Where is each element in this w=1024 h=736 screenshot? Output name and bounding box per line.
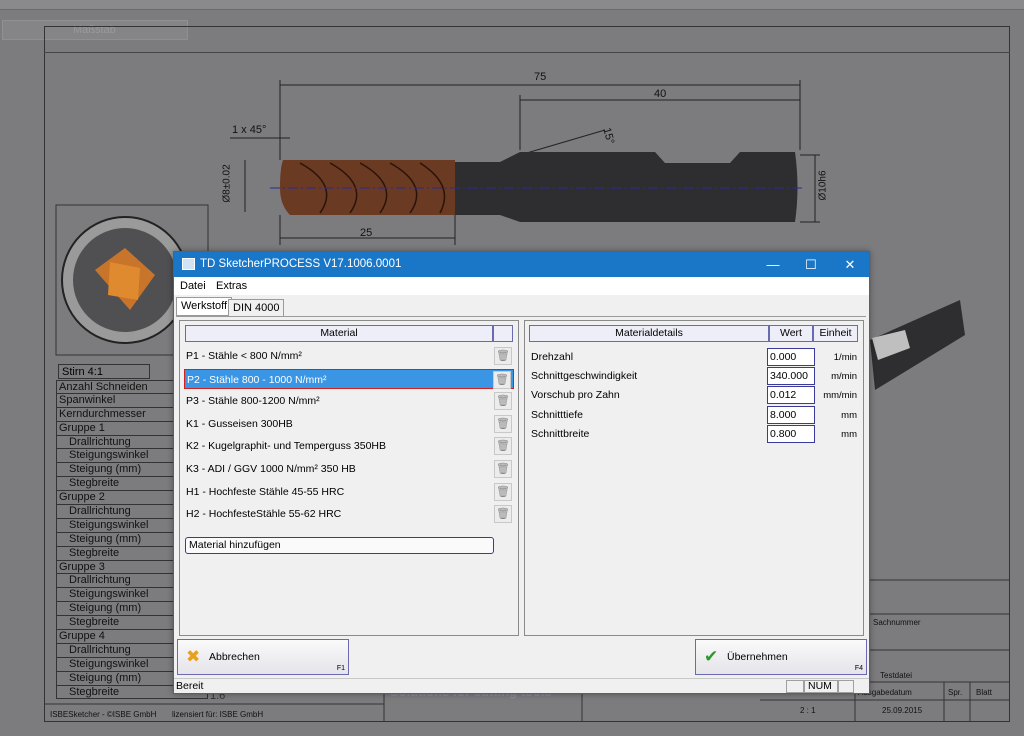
app-window: TD SketcherPROCESS V17.1006.0001 — ☐ ✕ D… [173,251,870,694]
detail-value-input[interactable]: 0.012 [767,386,815,405]
footer-copyright: ISBESketcher - ©ISBE GmbH [50,710,157,719]
trash-icon[interactable]: 🗑 [494,482,512,501]
material-header-spacer [493,325,513,342]
detail-value-input[interactable]: 0.800 [767,424,815,443]
trash-icon[interactable]: 🗑 [494,505,512,524]
dim-25: 25 [360,227,373,239]
detail-label: Schnittgeschwindigkeit [531,370,638,383]
detail-row: Schnitttiefe 8.000 mm [529,405,861,425]
detail-unit: mm/min [823,390,857,402]
trash-icon[interactable]: 🗑 [493,370,511,389]
material-label: P1 - Stähle < 800 N/mm² [186,350,302,362]
detail-label: Schnitttiefe [531,408,583,421]
detail-value-input[interactable]: 340.000 [767,367,815,386]
status-text: Bereit [176,680,204,692]
material-row[interactable]: P2 - Stähle 800 - 1000 N/mm² 🗑 [184,368,514,389]
detail-unit: mm [841,428,857,440]
material-row[interactable]: H1 - Hochfeste Stähle 45-55 HRC 🗑 [184,482,514,502]
cancel-button[interactable]: ✖ Abbrechen F1 [177,639,349,675]
material-label: K2 - Kugelgraphit- und Temperguss 350HB [186,440,387,453]
detail-row: Schnittgeschwindigkeit 340.000 m/min [529,367,861,386]
trash-icon[interactable]: 🗑 [494,414,512,433]
testdatei-label: Testdatei [880,671,913,680]
material-label: P3 - Stähle 800-1200 N/mm² [186,395,320,408]
apply-label: Übernehmen [727,651,788,663]
minimize-button[interactable]: — [754,252,792,277]
detail-unit: mm [841,409,857,421]
tab-din-4000[interactable]: DIN 4000 [228,299,285,316]
cancel-icon: ✖ [186,647,201,666]
details-header-value: Wert [769,325,813,342]
material-panel: Material P1 - Stähle < 800 N/mm² 🗑 P2 - St… [179,320,519,636]
detail-row: Schnittbreite 0.800 mm [529,424,861,444]
material-label: H2 - HochfesteStähle 55-62 HRC [186,508,342,521]
detail-value-input[interactable]: 8.000 [767,405,815,424]
detail-row: Drehzahl 0.000 1/min [529,348,861,367]
trash-icon[interactable]: 🗑 [494,392,512,411]
add-material-button[interactable]: Material hinzufügen [185,537,494,554]
apply-button[interactable]: ✔ Übernehmen F4 [695,639,867,675]
details-header-unit: Einheit [813,325,858,342]
stirn-label: Stirn 4:1 [58,364,150,379]
sachnummer-label: Sachnummer [873,618,921,627]
menu-bar: Datei Extras [174,277,869,295]
material-label: K1 - Gusseisen 300HB [186,417,293,430]
checkmark-icon: ✔ [704,647,719,666]
material-row[interactable]: H2 - HochfesteStähle 55-62 HRC 🗑 [184,504,514,524]
spr-label: Spr. [948,688,963,697]
material-row[interactable]: K1 - Gusseisen 300HB 🗑 [184,414,514,434]
material-row[interactable]: P3 - Stähle 800-1200 N/mm² 🗑 [184,391,514,411]
cancel-label: Abbrechen [209,651,260,663]
dim-diameter-10: Ø10h6 [817,170,829,201]
menu-datei[interactable]: Datei [180,280,206,292]
blatt-label: Blatt [976,688,993,697]
tab-werkstoff[interactable]: Werkstoff [176,297,233,316]
trash-icon[interactable]: 🗑 [494,437,512,456]
detail-unit: 1/min [833,352,857,363]
detail-value-input[interactable]: 0.000 [767,348,815,366]
menu-extras[interactable]: Extras [216,280,247,292]
detail-unit: m/min [831,371,857,383]
material-row[interactable]: P1 - Stähle < 800 N/mm² 🗑 [184,346,514,366]
material-header[interactable]: Material [185,325,493,342]
dim-75: 75 [534,71,547,83]
close-button[interactable]: ✕ [831,252,869,277]
dim-diameter-8: Ø8±0.02 [221,164,233,203]
details-header-name: Materialdetails [529,325,769,342]
status-box-empty [786,680,804,693]
window-title: TD SketcherPROCESS V17.1006.0001 [200,258,402,270]
material-row[interactable]: K2 - Kugelgraphit- und Temperguss 350HB 🗑 [184,436,514,456]
scale-value: 2 : 1 [800,706,816,715]
material-details-panel: Materialdetails Wert Einheit Drehzahl 0.0… [524,320,864,636]
footer-license: lizensiert für: ISBE GmbH [172,710,264,719]
status-num: NUM [804,680,838,693]
cancel-shortcut: F1 [336,665,345,672]
detail-label: Schnittbreite [531,427,590,440]
dim-chamfer: 1 x 45° [232,124,267,136]
app-icon [182,258,195,270]
title-bar[interactable]: TD SketcherPROCESS V17.1006.0001 — ☐ ✕ [174,252,869,277]
material-label: K3 - ADI / GGV 1000 N/mm² 350 HB [186,463,356,475]
material-label: P2 - Stähle 800 - 1000 N/mm² [187,373,327,386]
status-bar: Bereit NUM [174,678,869,693]
dim-40: 40 [654,88,667,100]
trash-icon[interactable]: 🗑 [494,347,512,365]
detail-row: Vorschub pro Zahn 0.012 mm/min [529,386,861,405]
material-row[interactable]: K3 - ADI / GGV 1000 N/mm² 350 HB 🗑 [184,459,514,479]
detail-label: Drehzahl [531,351,574,363]
maximize-button[interactable]: ☐ [792,252,830,277]
date-value: 25.09.2015 [882,706,923,715]
tab-divider [176,316,866,317]
status-box-empty-2 [838,680,854,693]
trash-icon[interactable]: 🗑 [494,460,512,478]
material-label: H1 - Hochfeste Stähle 45-55 HRC [186,485,345,498]
detail-label: Vorschub pro Zahn [531,389,620,402]
apply-shortcut: F4 [854,665,863,672]
